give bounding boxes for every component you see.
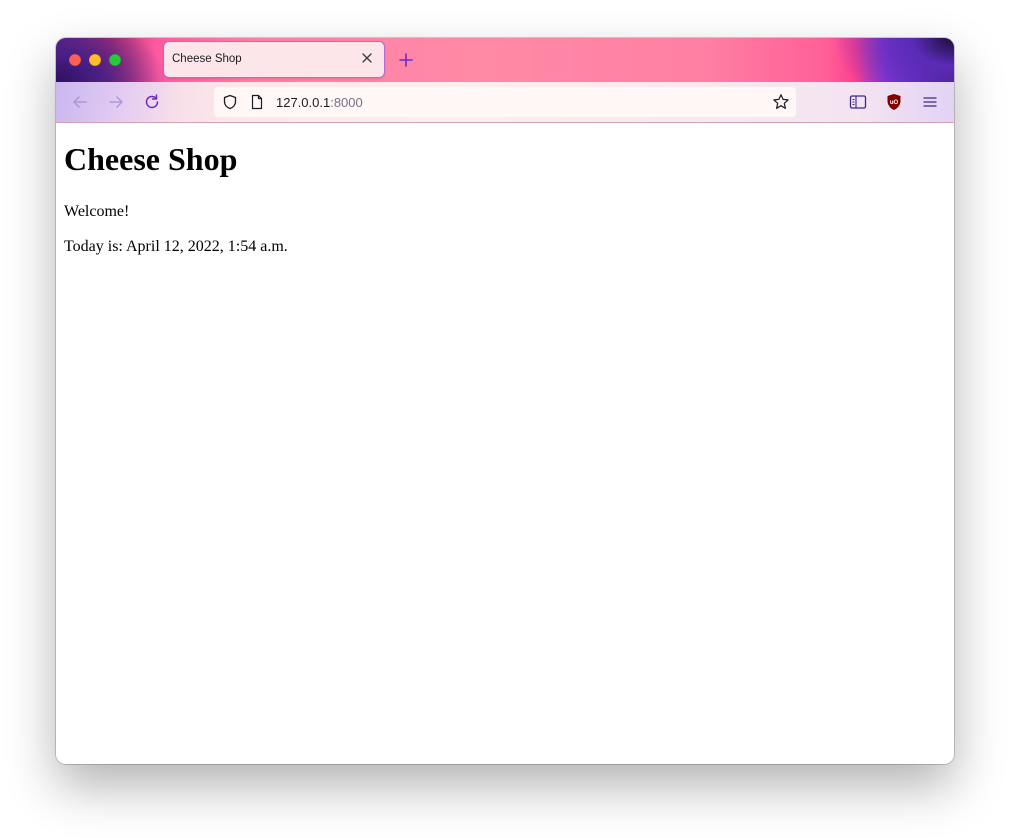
page-title: Cheese Shop	[64, 141, 238, 177]
url-port: :8000	[330, 95, 363, 110]
url-text[interactable]: 127.0.0.1:8000	[276, 95, 363, 110]
forward-arrow-icon[interactable]	[106, 92, 126, 112]
svg-text:uO: uO	[890, 100, 899, 106]
tab-title: Cheese Shop	[172, 53, 242, 65]
page-icon[interactable]	[250, 94, 264, 110]
close-window-button[interactable]	[69, 54, 81, 66]
minimize-window-button[interactable]	[89, 54, 101, 66]
back-arrow-icon[interactable]	[70, 92, 90, 112]
tab-cheese-shop[interactable]: Cheese Shop	[164, 42, 384, 77]
star-icon[interactable]	[772, 93, 790, 111]
url-host: 127.0.0.1	[276, 95, 331, 110]
shield-icon[interactable]	[222, 94, 238, 110]
theme-decoration	[804, 38, 954, 82]
date-text: Today is: April 12, 2022, 1:54 a.m.	[64, 238, 288, 255]
plus-icon[interactable]	[397, 51, 415, 69]
sidebar-icon[interactable]	[848, 92, 868, 112]
close-icon[interactable]	[360, 51, 374, 65]
navigation-toolbar: 127.0.0.1:8000 uO	[56, 82, 954, 123]
zoom-window-button[interactable]	[109, 54, 121, 66]
desktop-backdrop: Cheese Shop 127.0.0.1:8000 uO Cheese Sho…	[0, 0, 1010, 838]
page-content: Cheese Shop Welcome! Today is: April 12,…	[56, 123, 954, 764]
ublock-origin-icon[interactable]: uO	[884, 92, 904, 112]
welcome-text: Welcome!	[64, 203, 130, 220]
title-bar: Cheese Shop	[56, 38, 954, 82]
reload-icon[interactable]	[142, 92, 162, 112]
url-bar[interactable]: 127.0.0.1:8000	[214, 87, 796, 117]
browser-window: Cheese Shop 127.0.0.1:8000 uO Cheese Sho…	[56, 38, 954, 764]
hamburger-menu-icon[interactable]	[920, 92, 940, 112]
